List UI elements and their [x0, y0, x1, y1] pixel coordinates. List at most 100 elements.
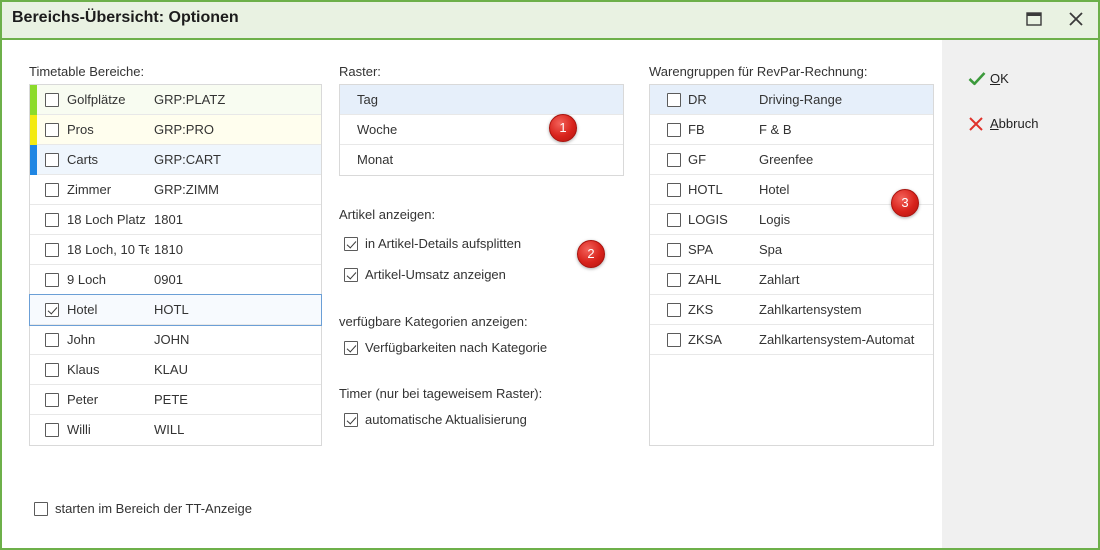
- option-artikel-details-aufsplitten[interactable]: in Artikel-Details aufsplitten: [339, 234, 599, 254]
- timetable-item-checkbox[interactable]: [45, 363, 59, 377]
- timetable-item-checkbox[interactable]: [45, 183, 59, 197]
- maximize-button[interactable]: [1022, 8, 1046, 30]
- timetable-item-willi[interactable]: Willi WILL: [30, 415, 321, 445]
- timetable-item-zimmer[interactable]: Zimmer GRP:ZIMM: [30, 175, 321, 205]
- item-code: GF: [688, 152, 707, 167]
- warengruppe-checkbox[interactable]: [667, 303, 681, 317]
- timetable-item-checkbox[interactable]: [45, 393, 59, 407]
- timetable-item-john[interactable]: John JOHN: [30, 325, 321, 355]
- item-code: SPA: [688, 242, 714, 257]
- warengruppe-item-zahl[interactable]: ZAHL Zahlart: [650, 265, 933, 295]
- raster-option-label: Monat: [357, 152, 394, 167]
- warengruppe-item-dr[interactable]: DR Driving-Range: [650, 85, 933, 115]
- raster-option-woche[interactable]: Woche: [340, 115, 623, 145]
- item-code: HOTL: [688, 182, 723, 197]
- warengruppe-item-logis[interactable]: LOGIS Logis: [650, 205, 933, 235]
- item-code: HOTL: [154, 302, 189, 317]
- timetable-item-checkbox[interactable]: [45, 303, 59, 317]
- item-name: Driving-Range: [759, 92, 843, 107]
- option-checkbox[interactable]: [344, 268, 358, 282]
- color-stripe: [30, 85, 37, 115]
- ok-button[interactable]: OK: [962, 68, 1062, 90]
- timetable-item-checkbox[interactable]: [45, 153, 59, 167]
- item-name: Spa: [759, 242, 783, 257]
- option-label: Verfügbarkeiten nach Kategorie: [365, 340, 548, 355]
- timetable-item-klaus[interactable]: Klaus KLAU: [30, 355, 321, 385]
- timetable-item-checkbox[interactable]: [45, 93, 59, 107]
- timetable-item-hotel[interactable]: Hotel HOTL: [29, 294, 322, 326]
- timetable-label: Timetable Bereiche:: [29, 64, 145, 79]
- timetable-item-checkbox[interactable]: [45, 213, 59, 227]
- item-name: Zahlkartensystem-Automat: [759, 332, 915, 347]
- timetable-item-golfplaetze[interactable]: Golfplätze GRP:PLATZ: [30, 85, 321, 115]
- cancel-button[interactable]: Abbruch: [962, 113, 1062, 135]
- option-automatische-aktualisierung[interactable]: automatische Aktualisierung: [339, 410, 599, 430]
- item-code: FB: [688, 122, 705, 137]
- item-code: 0901: [154, 272, 183, 287]
- timetable-item-checkbox[interactable]: [45, 273, 59, 287]
- timetable-item-checkbox[interactable]: [45, 423, 59, 437]
- timetable-item-18-loch-platz[interactable]: 18 Loch Platz 1801: [30, 205, 321, 235]
- raster-option-tag[interactable]: Tag: [340, 85, 623, 115]
- option-artikel-umsatz-anzeigen[interactable]: Artikel-Umsatz anzeigen: [339, 265, 599, 285]
- color-stripe: [30, 145, 37, 175]
- warengruppe-checkbox[interactable]: [667, 213, 681, 227]
- item-code: DR: [688, 92, 707, 107]
- item-name: 18 Loch, 10 Te: [67, 242, 149, 257]
- warengruppe-item-fb[interactable]: FB F & B: [650, 115, 933, 145]
- ok-label: OK: [990, 71, 1009, 86]
- item-name: John: [67, 332, 96, 347]
- option-verfuegbarkeiten-nach-kategorie[interactable]: Verfügbarkeiten nach Kategorie: [339, 338, 599, 358]
- color-stripe: [30, 115, 37, 145]
- checkmark-icon: [968, 71, 986, 86]
- timetable-item-peter[interactable]: Peter PETE: [30, 385, 321, 415]
- timetable-item-18-loch-10[interactable]: 18 Loch, 10 Te 1810: [30, 235, 321, 265]
- warengruppe-checkbox[interactable]: [667, 153, 681, 167]
- warengruppe-item-zksa[interactable]: ZKSA Zahlkartensystem-Automat: [650, 325, 933, 355]
- warengruppe-checkbox[interactable]: [667, 333, 681, 347]
- warengruppe-item-spa[interactable]: SPA Spa: [650, 235, 933, 265]
- item-name: 18 Loch Platz: [67, 212, 146, 227]
- dialog-title: Bereichs-Übersicht: Optionen: [12, 9, 239, 26]
- item-code: KLAU: [154, 362, 188, 377]
- cancel-label: Abbruch: [990, 116, 1039, 131]
- warengruppe-checkbox[interactable]: [667, 273, 681, 287]
- close-icon: [1068, 11, 1084, 27]
- item-name: Zahlart: [759, 272, 800, 287]
- item-name: Carts: [67, 152, 99, 167]
- item-code: ZKS: [688, 302, 714, 317]
- warengruppe-checkbox[interactable]: [667, 123, 681, 137]
- option-checkbox[interactable]: [34, 502, 48, 516]
- item-name: F & B: [759, 122, 792, 137]
- item-name: Willi: [67, 422, 91, 437]
- option-label: automatische Aktualisierung: [365, 412, 527, 427]
- option-label: in Artikel-Details aufsplitten: [365, 236, 522, 251]
- raster-option-monat[interactable]: Monat: [340, 145, 623, 175]
- item-code: GRP:ZIMM: [154, 182, 219, 197]
- warengruppe-checkbox[interactable]: [667, 243, 681, 257]
- timetable-item-pros[interactable]: Pros GRP:PRO: [30, 115, 321, 145]
- option-starten-im-tt-bereich[interactable]: starten im Bereich der TT-Anzeige: [29, 499, 289, 519]
- warengruppe-checkbox[interactable]: [667, 183, 681, 197]
- option-checkbox[interactable]: [344, 341, 358, 355]
- title-bar[interactable]: Bereichs-Übersicht: Optionen: [0, 0, 1100, 40]
- timetable-item-checkbox[interactable]: [45, 243, 59, 257]
- timer-label: Timer (nur bei tageweisem Raster):: [339, 386, 543, 401]
- item-name: Greenfee: [759, 152, 814, 167]
- timetable-item-carts[interactable]: Carts GRP:CART: [30, 145, 321, 175]
- warengruppe-item-gf[interactable]: GF Greenfee: [650, 145, 933, 175]
- item-code: ZAHL: [688, 272, 722, 287]
- warengruppe-item-zks[interactable]: ZKS Zahlkartensystem: [650, 295, 933, 325]
- warengruppe-checkbox[interactable]: [667, 93, 681, 107]
- timetable-item-checkbox[interactable]: [45, 333, 59, 347]
- item-name: 9 Loch: [67, 272, 107, 287]
- option-checkbox[interactable]: [344, 413, 358, 427]
- close-button[interactable]: [1064, 8, 1088, 30]
- item-code: GRP:PLATZ: [154, 92, 226, 107]
- item-code: 1810: [154, 242, 183, 257]
- timetable-item-checkbox[interactable]: [45, 123, 59, 137]
- timetable-item-9-loch[interactable]: 9 Loch 0901: [30, 265, 321, 295]
- item-name: Logis: [759, 212, 791, 227]
- option-label: Artikel-Umsatz anzeigen: [365, 267, 506, 282]
- option-checkbox[interactable]: [344, 237, 358, 251]
